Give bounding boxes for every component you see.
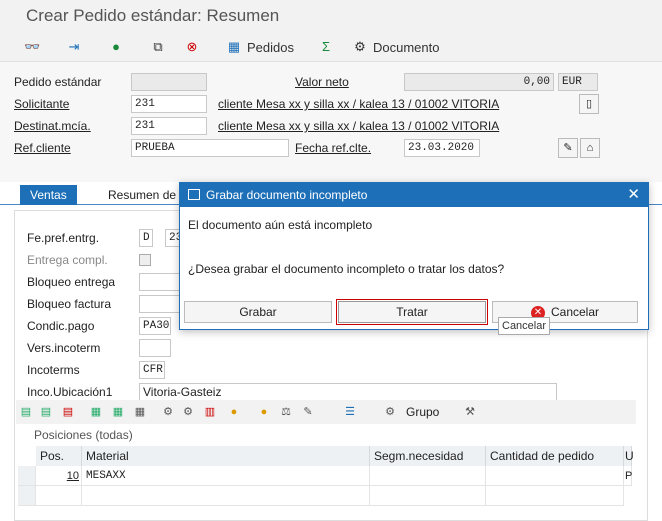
group-icon[interactable]: ⚙: [382, 404, 398, 420]
sum-icon[interactable]: Σ: [318, 37, 334, 57]
bloqueo-entrega-input[interactable]: [139, 273, 181, 291]
insert-row-icon[interactable]: ▤: [38, 404, 54, 420]
tab-resumen[interactable]: Resumen de: [98, 185, 186, 205]
select-block-icon[interactable]: ▦: [110, 404, 126, 420]
deselect-icon[interactable]: ▦: [132, 404, 148, 420]
tool-icon[interactable]: ⚒: [462, 404, 478, 420]
dialog-window-icon: [188, 189, 200, 200]
dialog-line1: El documento aún está incompleto: [188, 218, 373, 232]
window-title: Crear Pedido estándar: Resumen: [26, 6, 280, 25]
row-material[interactable]: MESAXX: [82, 466, 370, 486]
empty-cell[interactable]: [36, 486, 82, 506]
row-selector[interactable]: [18, 486, 36, 506]
solicitante-input[interactable]: 231: [131, 95, 207, 113]
refcliente-input[interactable]: PRUEBA: [131, 139, 289, 157]
glasses-icon[interactable]: 👓: [24, 37, 40, 57]
empty-cell[interactable]: [370, 486, 486, 506]
bloqueo-entrega-label: Bloqueo entrega: [27, 275, 116, 289]
col-pos[interactable]: Pos.: [36, 446, 82, 466]
dialog-line2: ¿Desea grabar el documento incompleto o …: [188, 262, 505, 276]
list-icon[interactable]: ☰: [342, 404, 358, 420]
dialog-title: Grabar documento incompleto: [180, 183, 648, 207]
app-toolbar: 👓 ⇥ ● ⧉ ⊗ ▦ Pedidos Σ ⚙ Documento: [0, 32, 662, 62]
fecha-label: Fecha ref.clte.: [295, 141, 372, 155]
empty-cell[interactable]: [82, 486, 370, 506]
pedido-field: [131, 73, 207, 91]
posiciones-label: Posiciones (todas): [34, 428, 133, 442]
entrega-checkbox[interactable]: [139, 254, 151, 266]
fepref-type[interactable]: D: [139, 229, 153, 247]
enter-icon[interactable]: ⇥: [66, 37, 82, 57]
pedido-label: Pedido estándar: [14, 75, 102, 89]
delete-row-icon[interactable]: ▤: [60, 404, 76, 420]
delete-stamp-icon[interactable]: ⊗: [184, 37, 200, 57]
select-all-icon[interactable]: ▦: [88, 404, 104, 420]
signature-icon[interactable]: ⌂: [580, 138, 600, 158]
config-icon[interactable]: ⚙: [160, 404, 176, 420]
fepref-label: Fe.pref.entrg.: [27, 231, 100, 245]
title-bar: Crear Pedido estándar: Resumen: [0, 0, 662, 32]
document-icon[interactable]: ▯: [579, 94, 599, 114]
pdf-icon[interactable]: ▥: [202, 404, 218, 420]
bloqueo-factura-label: Bloqueo factura: [27, 297, 112, 311]
stamp-icon[interactable]: ✎: [558, 138, 578, 158]
condic-input[interactable]: PA30: [139, 317, 171, 335]
document-flow-icon: ⚙: [354, 39, 366, 54]
row-selector[interactable]: [18, 466, 36, 486]
destinat-label[interactable]: Destinat.mcía.: [14, 117, 91, 135]
inco-ubic-label: Inco.Ubicación1: [27, 385, 113, 399]
scale-icon[interactable]: ⚖: [278, 404, 294, 420]
items-toolbar: ▤ ▤ ▤ ▦ ▦ ▦ ⚙ ⚙ ▥ ● ● ⚖ ✎ ☰ ⚙ Grupo ⚒: [16, 400, 636, 424]
money-icon[interactable]: ●: [256, 404, 272, 420]
col-segm[interactable]: Segm.necesidad: [370, 446, 486, 466]
incomplete-dialog: Grabar documento incompleto ✕ El documen…: [179, 182, 649, 330]
col-material[interactable]: Material: [82, 446, 370, 466]
condic-label: Condic.pago: [27, 319, 95, 333]
row-cantidad[interactable]: [486, 466, 624, 486]
valor-neto-label: Valor neto: [295, 75, 349, 89]
pedidos-button[interactable]: ▦ Pedidos: [226, 37, 294, 57]
vers-label: Vers.incoterm: [27, 341, 101, 355]
destinat-input[interactable]: 231: [131, 117, 207, 135]
header-area: Pedido estándar Valor neto 0,00 EUR Soli…: [0, 62, 662, 182]
incoterms-label: Incoterms: [27, 363, 80, 377]
bloqueo-factura-input[interactable]: [139, 295, 181, 313]
empty-cell[interactable]: [486, 486, 624, 506]
currency-field: EUR: [558, 73, 598, 91]
person-icon[interactable]: ●: [108, 37, 124, 57]
solicitante-desc[interactable]: cliente Mesa xx y silla xx / kalea 13 / …: [218, 95, 499, 113]
row-segm[interactable]: [370, 466, 486, 486]
row-u[interactable]: P: [624, 466, 632, 486]
close-icon[interactable]: ✕: [627, 185, 640, 203]
tooltip: Cancelar: [498, 317, 551, 335]
coin-icon[interactable]: ●: [226, 404, 242, 420]
copy-icon[interactable]: ⧉: [150, 37, 166, 57]
grid-icon: ▦: [227, 39, 241, 54]
incoterms-input[interactable]: CFR: [139, 361, 165, 379]
documento-button[interactable]: ⚙ Documento: [352, 37, 439, 57]
tab-ventas[interactable]: Ventas: [20, 185, 77, 205]
grupo-label[interactable]: Grupo: [406, 404, 439, 420]
grabar-button[interactable]: Grabar: [184, 301, 332, 323]
destinat-desc[interactable]: cliente Mesa xx y silla xx / kalea 13 / …: [218, 117, 499, 135]
valor-neto-field: 0,00: [404, 73, 554, 91]
tratar-button[interactable]: Tratar: [336, 299, 488, 325]
fecha-input[interactable]: 23.03.2020: [404, 139, 480, 157]
refcliente-label: Ref.cliente: [14, 141, 71, 155]
vers-input[interactable]: [139, 339, 171, 357]
entrega-label: Entrega compl.: [27, 253, 108, 267]
col-u[interactable]: U: [624, 446, 634, 466]
detail-icon[interactable]: ▤: [18, 404, 34, 420]
solicitante-label[interactable]: Solicitante: [14, 95, 69, 113]
config2-icon[interactable]: ⚙: [180, 404, 196, 420]
row-pos[interactable]: 10: [36, 466, 82, 486]
note-icon[interactable]: ✎: [300, 404, 316, 420]
col-cantidad[interactable]: Cantidad de pedido: [486, 446, 624, 466]
inco-ubic-input[interactable]: Vitoria-Gasteiz: [139, 383, 557, 401]
items-table: Pos. Material Segm.necesidad Cantidad de…: [18, 446, 634, 521]
